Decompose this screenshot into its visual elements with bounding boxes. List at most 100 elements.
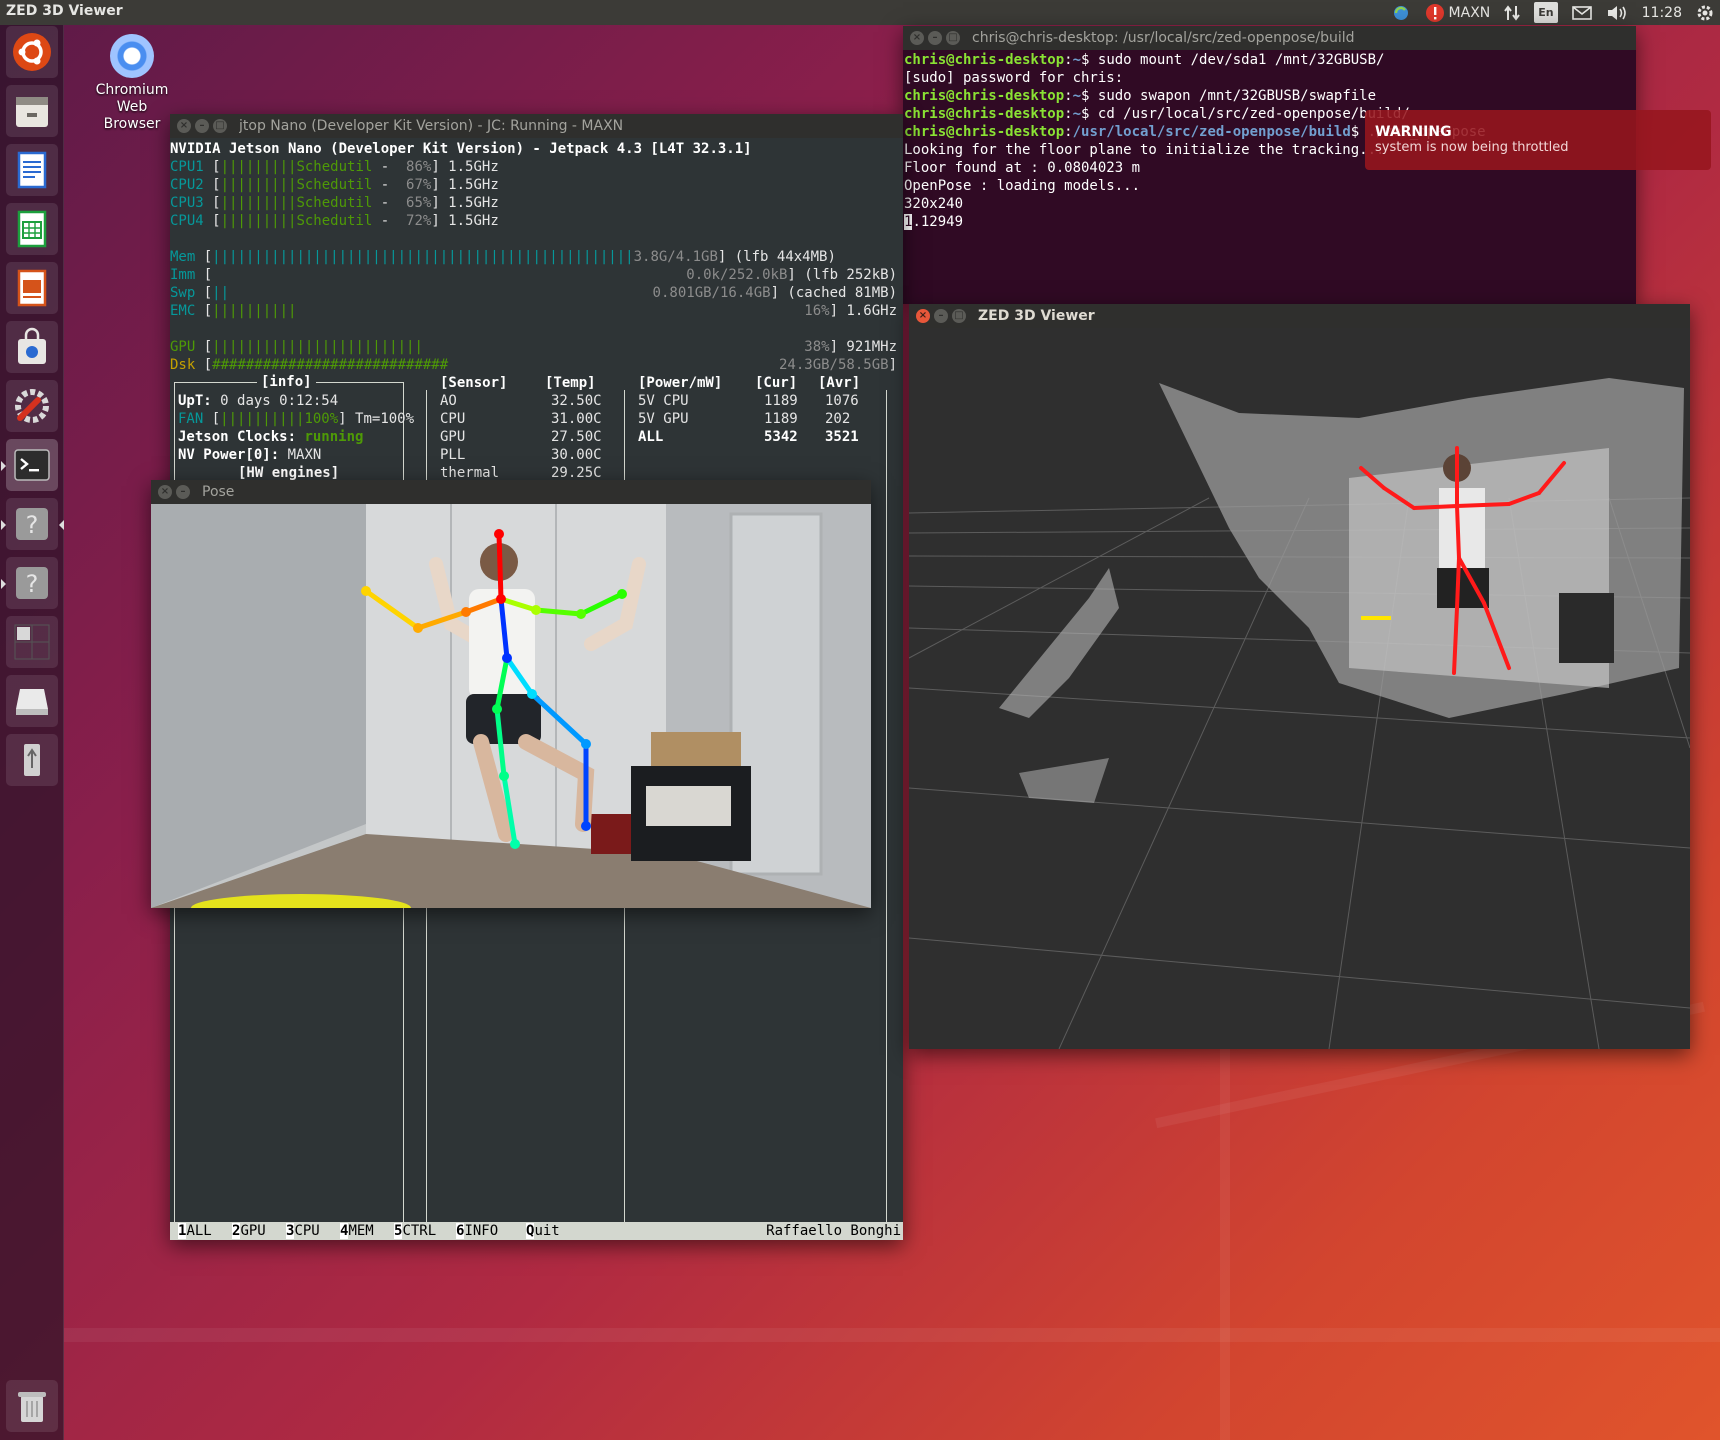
file-cabinet-icon [16, 97, 48, 127]
sound-indicator[interactable] [1606, 2, 1628, 23]
prompt-user: chris@chris-desktop [904, 106, 1065, 122]
envelope-icon [1571, 5, 1592, 20]
jtop-titlebar[interactable]: × – □ jtop Nano (Developer Kit Version) … [170, 114, 903, 138]
swp-extra: (cached 81MB) [787, 285, 897, 301]
launcher-item-settings[interactable] [6, 380, 58, 432]
minimize-button[interactable]: – [195, 119, 209, 133]
indicator-area: MAXN En 11:28 [1391, 2, 1714, 23]
cpu-usage: 86% [406, 159, 432, 175]
menu-tab-cpu[interactable]: 3CPU [286, 1222, 320, 1240]
keyboard-layout-indicator[interactable]: En [1534, 2, 1558, 23]
pose-camera-view[interactable] [151, 504, 871, 908]
wallpaper-stripe [1220, 980, 1230, 1440]
minimize-button[interactable]: – [176, 485, 190, 499]
question-mark-icon: ? [16, 567, 48, 599]
prompt-user: chris@chris-desktop [904, 88, 1065, 104]
session-menu[interactable] [1696, 2, 1714, 23]
power-mode-indicator[interactable]: MAXN [1425, 2, 1491, 23]
ubuntu-logo-icon [13, 33, 51, 71]
zed-titlebar[interactable]: × – □ ZED 3D Viewer [909, 304, 1690, 328]
desktop-icon-label-3: Browser [103, 116, 161, 132]
launcher-item-impress[interactable] [6, 262, 58, 314]
close-button[interactable]: × [177, 119, 191, 133]
uptime-row: UpT: 0 days 0:12:54 [178, 392, 338, 410]
cpu-freq: 1.5GHz [448, 213, 499, 229]
frame-right-edge [886, 390, 887, 1240]
maximize-button[interactable]: □ [946, 31, 960, 45]
sensor-name: PLL [440, 447, 466, 463]
dsk-row: Dsk [############################ [170, 357, 449, 373]
gpu-row: GPU [||||||||||||||||||||||||| [170, 339, 423, 355]
svg-text:?: ? [26, 570, 39, 598]
maximize-button[interactable]: □ [213, 119, 227, 133]
zed-3d-view[interactable] [909, 328, 1690, 1049]
swp-value: 0.801GB/16.4GB [652, 285, 771, 301]
close-button[interactable]: × [158, 485, 172, 499]
launcher-item-drive[interactable] [6, 675, 58, 727]
pose-titlebar[interactable]: × – Pose [151, 480, 871, 504]
menu-tab-gpu[interactable]: 2GPU [232, 1222, 266, 1240]
power-cur: 5342 [764, 429, 798, 445]
menu-tab-mem[interactable]: 4MEM [340, 1222, 374, 1240]
minimize-button[interactable]: – [928, 31, 942, 45]
command-text: cd /usr/local/src/zed-openpose/build/ [1097, 106, 1410, 122]
gpu-bar: ||||||||||||||||||||||||| [212, 339, 423, 355]
desktop-icon-label-2: Web [116, 99, 148, 115]
launcher-item-unknown-1[interactable]: ? [1, 498, 64, 550]
sensor-name: AO [440, 393, 457, 409]
zed-title: ZED 3D Viewer [978, 308, 1095, 324]
cpu-label: CPU1 [170, 159, 204, 175]
cpu-governor: Schedutil [296, 159, 373, 175]
wallpaper-stripe [64, 1328, 1720, 1342]
emc-row: EMC [|||||||||| [170, 303, 297, 319]
jetson-clocks-row: Jetson Clocks: running [178, 428, 363, 446]
launcher-item-software[interactable] [6, 321, 58, 373]
cpu-governor: Schedutil [296, 195, 373, 211]
terminal-output[interactable]: chris@chris-desktop:~$ sudo mount /dev/s… [903, 50, 1636, 304]
zed-viewer-window[interactable]: × – □ ZED 3D Viewer [909, 304, 1690, 1049]
cpu-usage: 67% [406, 177, 432, 193]
launcher-item-calc[interactable] [6, 203, 58, 255]
terminal-line: chris@chris-desktop:~$ sudo mount /dev/s… [904, 52, 1385, 68]
launcher-item-workspaces[interactable] [6, 616, 58, 668]
sensor-temp: 27.50C [551, 429, 602, 445]
launcher-item-dash[interactable] [6, 26, 58, 78]
menu-tab-info[interactable]: 6INFO [456, 1222, 498, 1240]
menu-label: GPU [240, 1223, 266, 1239]
imm-right: 0.0k/252.0kB] (lfb 252kB) [686, 267, 897, 283]
cpu-label: CPU3 [170, 195, 204, 211]
network-indicator[interactable] [1504, 2, 1521, 23]
impress-slides-icon [17, 269, 47, 307]
launcher-item-terminal[interactable] [1, 439, 58, 491]
swp-row: Swp [|| [170, 285, 230, 301]
launcher-item-trash[interactable] [6, 1380, 58, 1432]
clock[interactable]: 11:28 [1642, 2, 1682, 23]
desktop-icon-chromium[interactable]: Chromium Web Browser [92, 34, 172, 133]
update-indicator[interactable] [1391, 2, 1411, 23]
question-mark-icon: ? [16, 508, 48, 540]
close-button[interactable]: × [916, 309, 930, 323]
launcher-item-writer[interactable] [6, 144, 58, 196]
minimize-button[interactable]: – [934, 309, 948, 323]
imm-extra: (lfb 252kB) [804, 267, 897, 283]
menu-tab-uit[interactable]: Quit [526, 1222, 560, 1240]
menu-tab-all[interactable]: 1ALL [178, 1222, 212, 1240]
terminal-titlebar[interactable]: × – □ chris@chris-desktop: /usr/local/sr… [903, 26, 1636, 50]
fan-tm: Tm=100% [355, 411, 415, 427]
power-mode-label: MAXN [1448, 4, 1491, 21]
maximize-button[interactable]: □ [952, 309, 966, 323]
cpu-label: CPU4 [170, 213, 204, 229]
sensor-temp: 32.50C [551, 393, 602, 409]
mail-indicator[interactable] [1571, 2, 1592, 23]
swp-label: Swp [170, 285, 196, 301]
menu-tab-ctrl[interactable]: 5CTRL [394, 1222, 436, 1240]
drive-icon [16, 689, 48, 715]
pose-window[interactable]: × – Pose [151, 480, 871, 908]
launcher-item-unknown-2[interactable]: ? [1, 557, 58, 609]
terminal-icon [14, 449, 50, 481]
emc-value: 16% [804, 303, 830, 319]
launcher-item-usb[interactable] [6, 734, 58, 786]
launcher-item-files[interactable] [6, 85, 58, 137]
prompt-user: chris@chris-desktop [904, 124, 1065, 140]
close-button[interactable]: × [910, 31, 924, 45]
